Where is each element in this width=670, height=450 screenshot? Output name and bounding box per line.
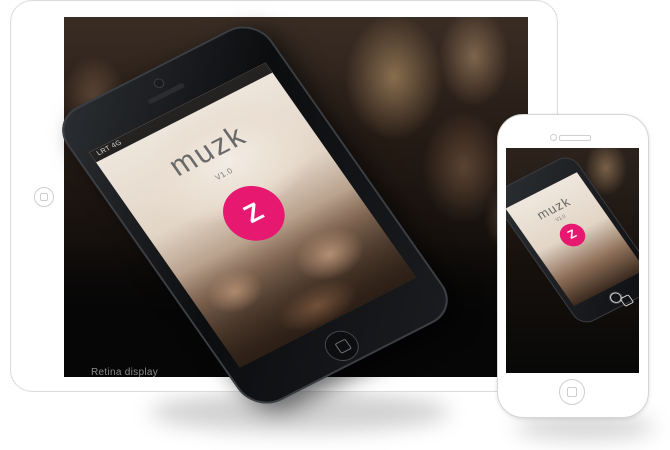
earpiece-speaker <box>147 82 186 105</box>
tablet-floor-shadow <box>150 392 450 432</box>
mini-logo-letter: Z <box>564 226 580 242</box>
front-camera-icon <box>153 78 165 89</box>
white-iphone-screen: muzk V1.0 Z <box>506 148 639 373</box>
crowd-hands-photo <box>176 186 417 368</box>
retina-caption: Retina display <box>91 367 159 377</box>
logo-letter: Z <box>237 196 270 229</box>
mini-app-logo-button[interactable]: Z <box>554 219 591 251</box>
front-camera-icon <box>550 134 557 141</box>
mini-home-button-icon <box>607 290 624 305</box>
home-button-icon[interactable] <box>319 326 364 366</box>
mini-black-iphone: muzk V1.0 Z <box>506 152 639 328</box>
mini-iphone-screen: muzk V1.0 Z <box>506 172 639 307</box>
tablet-home-button-icon[interactable] <box>34 187 54 207</box>
earpiece-speaker <box>559 135 591 141</box>
home-button-icon[interactable] <box>559 379 585 405</box>
white-iphone-device: muzk V1.0 Z <box>497 114 649 418</box>
